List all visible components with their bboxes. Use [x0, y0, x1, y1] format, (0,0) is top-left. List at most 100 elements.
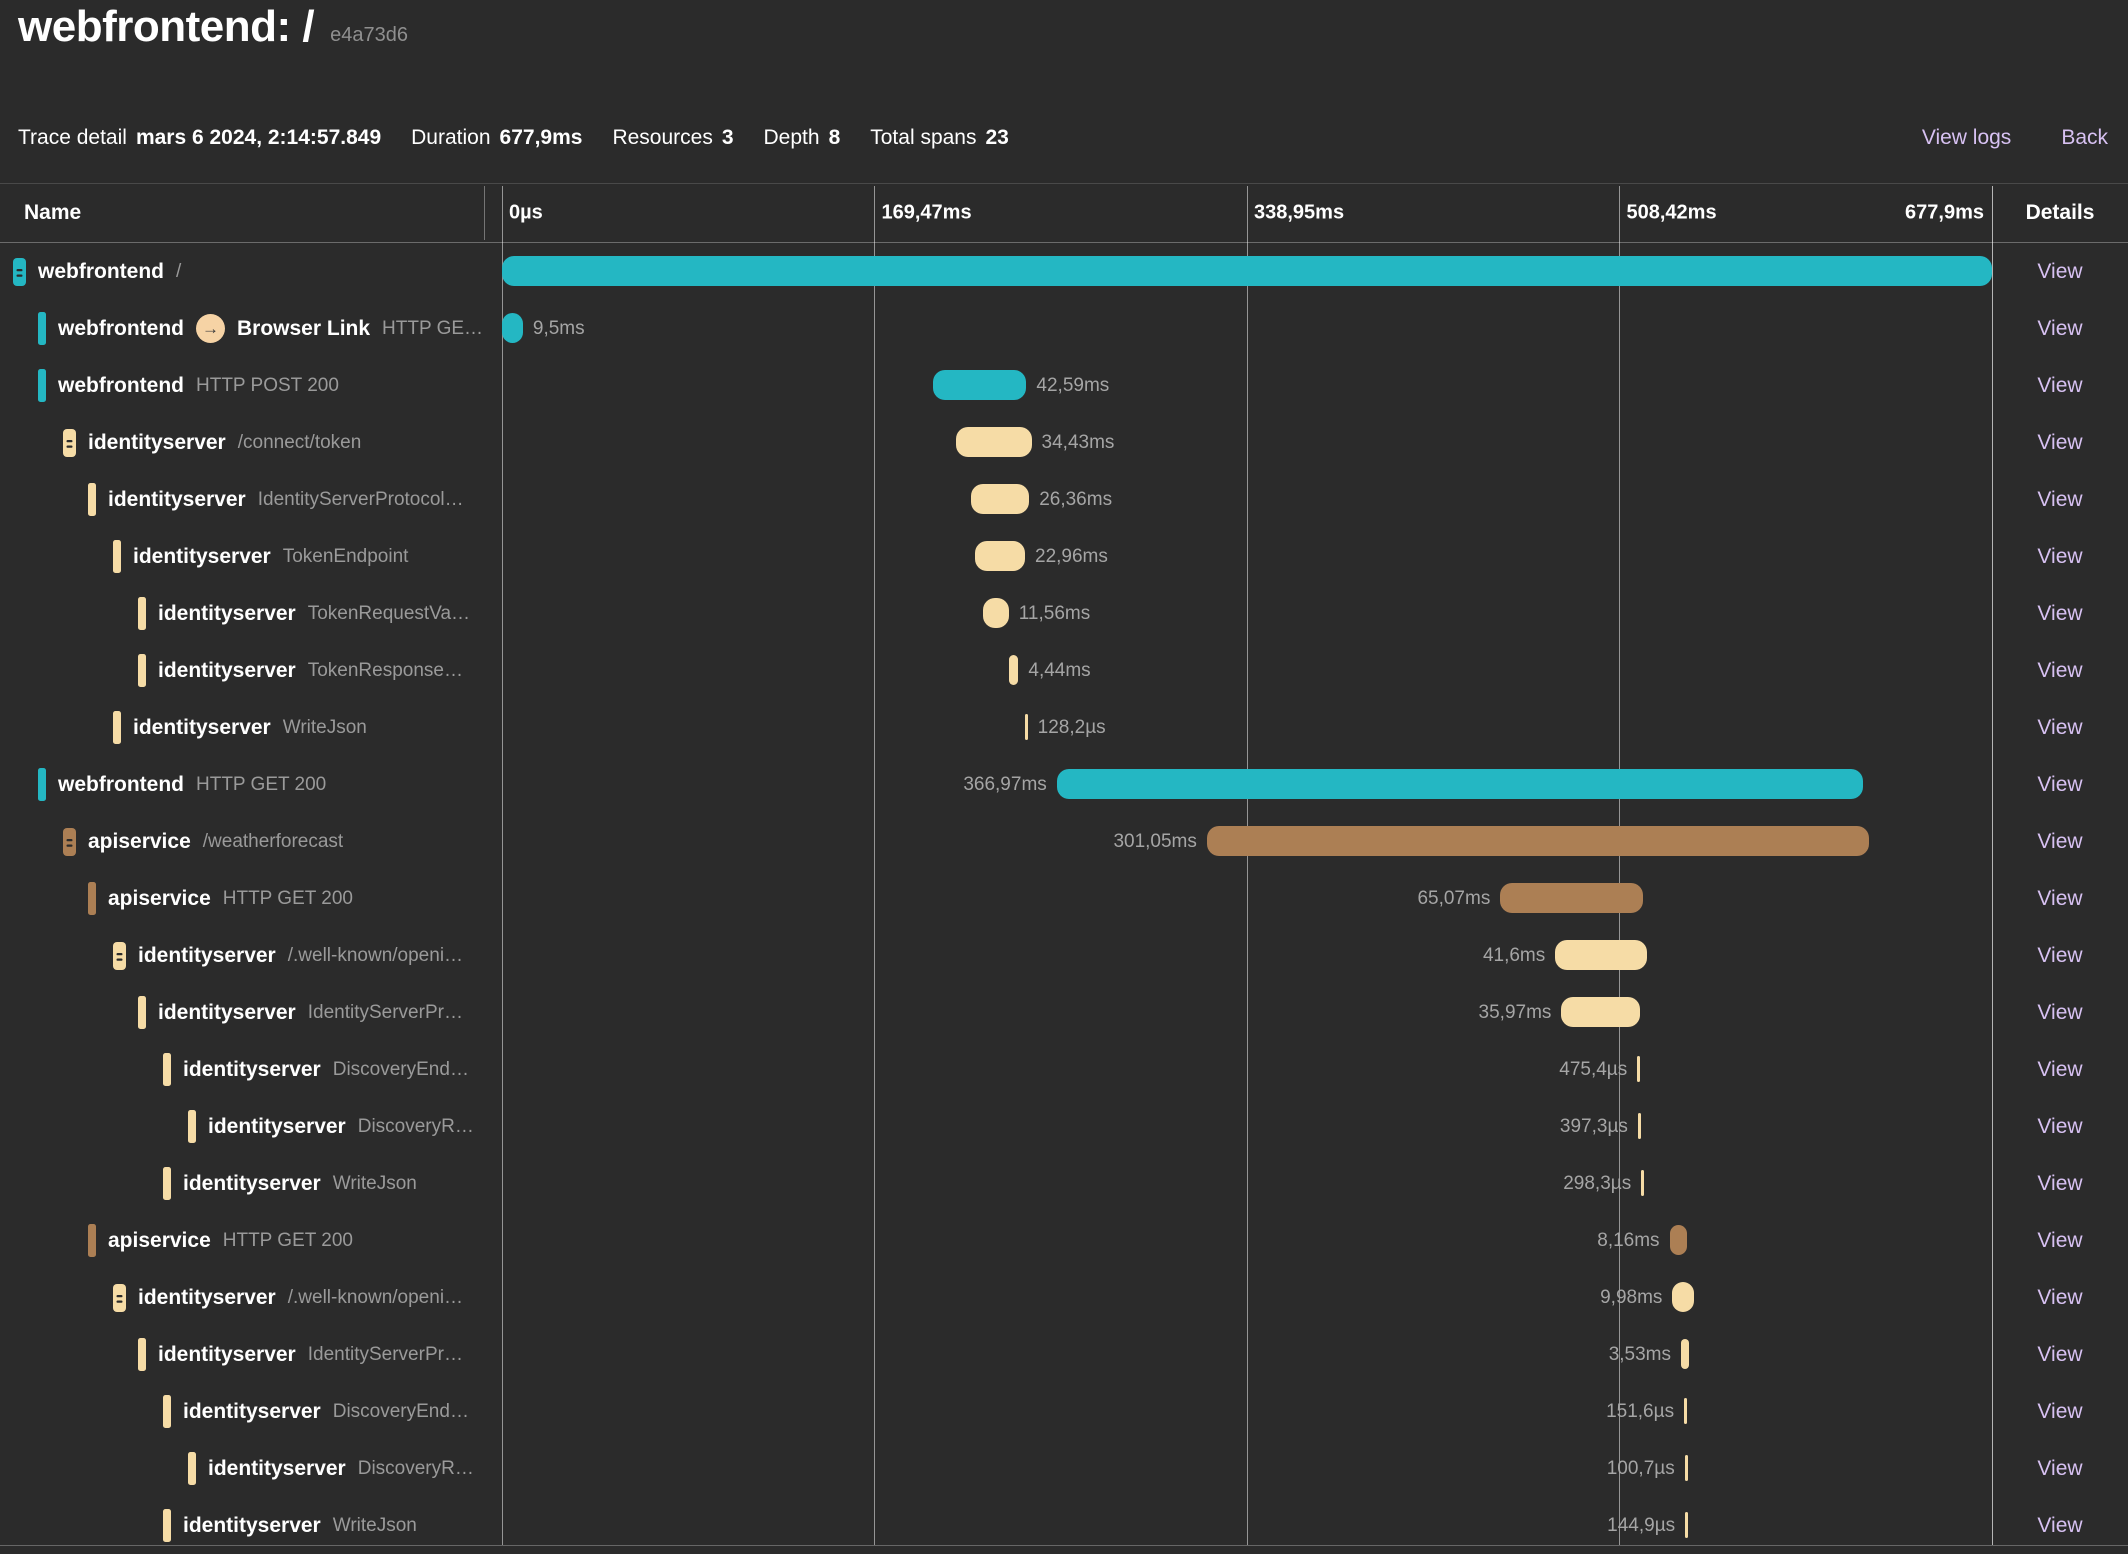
span-bar[interactable]	[1555, 940, 1646, 970]
span-tick[interactable]	[1641, 1170, 1644, 1196]
view-link[interactable]: View	[1992, 545, 2128, 569]
span-bar[interactable]	[1561, 997, 1640, 1027]
span-tick[interactable]	[1637, 1056, 1640, 1082]
span-row[interactable]: identityserverIdentityServerPr…3,53msVie…	[0, 1326, 2128, 1383]
resources-label: Resources	[612, 126, 712, 150]
span-tick[interactable]	[1638, 1113, 1641, 1139]
view-link[interactable]: View	[1992, 317, 2128, 341]
span-bar[interactable]	[1057, 769, 1864, 799]
view-link[interactable]: View	[1992, 488, 2128, 512]
span-row[interactable]: identityserverDiscoveryEnd…475,4µsView	[0, 1041, 2128, 1098]
span-bar[interactable]	[1681, 1339, 1689, 1369]
view-link[interactable]: View	[1992, 830, 2128, 854]
span-row[interactable]: identityserver/.well-known/openi…41,6msV…	[0, 927, 2128, 984]
span-tick[interactable]	[1685, 1455, 1688, 1481]
span-name-cell: identityserverDiscoveryEnd…	[0, 1383, 498, 1440]
span-row[interactable]: identityserverTokenEndpoint22,96msView	[0, 528, 2128, 585]
span-name-cell: webfrontendHTTP GET 200	[0, 756, 498, 813]
view-link[interactable]: View	[1992, 1115, 2128, 1139]
span-duration-label: 3,53ms	[1609, 1344, 1671, 1366]
span-bar[interactable]	[933, 370, 1027, 400]
span-row[interactable]: identityserverDiscoveryR…100,7µsView	[0, 1440, 2128, 1497]
span-resource-name: identityserver	[138, 1286, 276, 1310]
span-resource-name: apiservice	[108, 887, 211, 911]
view-link[interactable]: View	[1992, 716, 2128, 740]
span-row[interactable]: identityserverTokenResponse…4,44msView	[0, 642, 2128, 699]
span-bar[interactable]	[1207, 826, 1869, 856]
span-row[interactable]: identityserverWriteJson128,2µsView	[0, 699, 2128, 756]
view-link[interactable]: View	[1992, 260, 2128, 284]
span-bar[interactable]	[1672, 1282, 1694, 1312]
span-tick[interactable]	[1684, 1398, 1687, 1424]
span-row[interactable]: webfrontendHTTP GET 200 366,97ms View	[0, 756, 2128, 813]
span-kind-icon	[113, 711, 121, 744]
view-link[interactable]: View	[1992, 1514, 2128, 1538]
span-name-cell: identityserver/.well-known/openi…	[0, 927, 498, 984]
span-resource-name: apiservice	[108, 1229, 211, 1253]
span-name-cell: apiservice HTTP GET 200	[0, 870, 498, 927]
view-link[interactable]: View	[1992, 1400, 2128, 1424]
back-link[interactable]: Back	[2061, 126, 2108, 150]
span-bar[interactable]	[502, 256, 1992, 286]
span-row[interactable]: apiserviceHTTP GET 2008,16msView	[0, 1212, 2128, 1269]
view-link[interactable]: View	[1992, 431, 2128, 455]
span-bar[interactable]	[1500, 883, 1643, 913]
view-link[interactable]: View	[1992, 1172, 2128, 1196]
span-row[interactable]: identityserverWriteJson298,3µsView	[0, 1155, 2128, 1212]
view-link[interactable]: View	[1992, 1343, 2128, 1367]
span-duration-label: 42,59ms	[1036, 375, 1109, 397]
span-duration-label: 366,97ms	[963, 774, 1046, 796]
span-bar[interactable]	[502, 313, 523, 343]
span-row[interactable]: identityserverDiscoveryR…397,3µsView	[0, 1098, 2128, 1155]
span-row[interactable]: webfrontendHTTP POST 20042,59msView	[0, 357, 2128, 414]
span-name-cell: apiserviceHTTP GET 200	[0, 1212, 498, 1269]
span-row[interactable]: webfrontend→Browser LinkHTTP GE…9,5msVie…	[0, 300, 2128, 357]
view-link[interactable]: View	[1992, 1457, 2128, 1481]
span-detail: WriteJson	[333, 1173, 417, 1195]
span-row[interactable]: identityserverIdentityServerPr…35,97msVi…	[0, 984, 2128, 1041]
span-bar[interactable]	[975, 541, 1025, 571]
span-row[interactable]: identityserverWriteJson 144,9µs View	[0, 1497, 2128, 1554]
total-spans-pair: Total spans 23	[870, 126, 1009, 150]
view-link[interactable]: View	[1992, 1229, 2128, 1253]
view-link[interactable]: View	[1992, 773, 2128, 797]
span-bar[interactable]	[971, 484, 1029, 514]
span-detail: IdentityServerPr…	[308, 1002, 463, 1024]
span-duration-label: 144,9µs	[1607, 1515, 1675, 1537]
span-row[interactable]: identityserverDiscoveryEnd…151,6µsView	[0, 1383, 2128, 1440]
span-row[interactable]: identityserver/connect/token34,43msView	[0, 414, 2128, 471]
span-row[interactable]: webfrontend/View	[0, 243, 2128, 300]
span-tick[interactable]	[1025, 714, 1028, 740]
axis-tick-label: 677,9ms	[1905, 202, 1984, 225]
view-link[interactable]: View	[1992, 374, 2128, 398]
span-row[interactable]: apiservice/weatherforecast301,05msView	[0, 813, 2128, 870]
span-kind-icon	[88, 483, 96, 516]
view-link[interactable]: View	[1992, 1286, 2128, 1310]
span-duration-label: 475,4µs	[1559, 1059, 1627, 1081]
span-tick[interactable]	[1685, 1512, 1688, 1538]
view-link[interactable]: View	[1992, 944, 2128, 968]
span-kind-icon	[163, 1053, 171, 1086]
view-link[interactable]: View	[1992, 1058, 2128, 1082]
span-kind-icon	[163, 1167, 171, 1200]
span-detail: DiscoveryR…	[358, 1116, 474, 1138]
span-name-cell: identityserverIdentityServerPr…	[0, 984, 498, 1041]
span-name-cell: identityserverWriteJson	[0, 1497, 498, 1554]
span-row[interactable]: identityserverTokenRequestVa…11,56msView	[0, 585, 2128, 642]
span-row[interactable]: identityserver/.well-known/openi…9,98msV…	[0, 1269, 2128, 1326]
view-logs-link[interactable]: View logs	[1922, 126, 2012, 150]
span-row[interactable]: apiserviceHTTP GET 20065,07msView	[0, 870, 2128, 927]
span-bar[interactable]	[956, 427, 1032, 457]
span-detail: DiscoveryEnd…	[333, 1059, 469, 1081]
span-bar[interactable]	[983, 598, 1008, 628]
view-link[interactable]: View	[1992, 659, 2128, 683]
view-link[interactable]: View	[1992, 1001, 2128, 1025]
span-bar[interactable]	[1009, 655, 1019, 685]
span-detail: HTTP GET 200	[223, 888, 353, 910]
view-link[interactable]: View	[1992, 602, 2128, 626]
span-row[interactable]: identityserverIdentityServerProtocol…26,…	[0, 471, 2128, 528]
span-resource-name: identityserver	[208, 1457, 346, 1481]
view-link[interactable]: View	[1992, 887, 2128, 911]
span-bar[interactable]	[1670, 1225, 1688, 1255]
span-duration-label: 397,3µs	[1560, 1116, 1628, 1138]
